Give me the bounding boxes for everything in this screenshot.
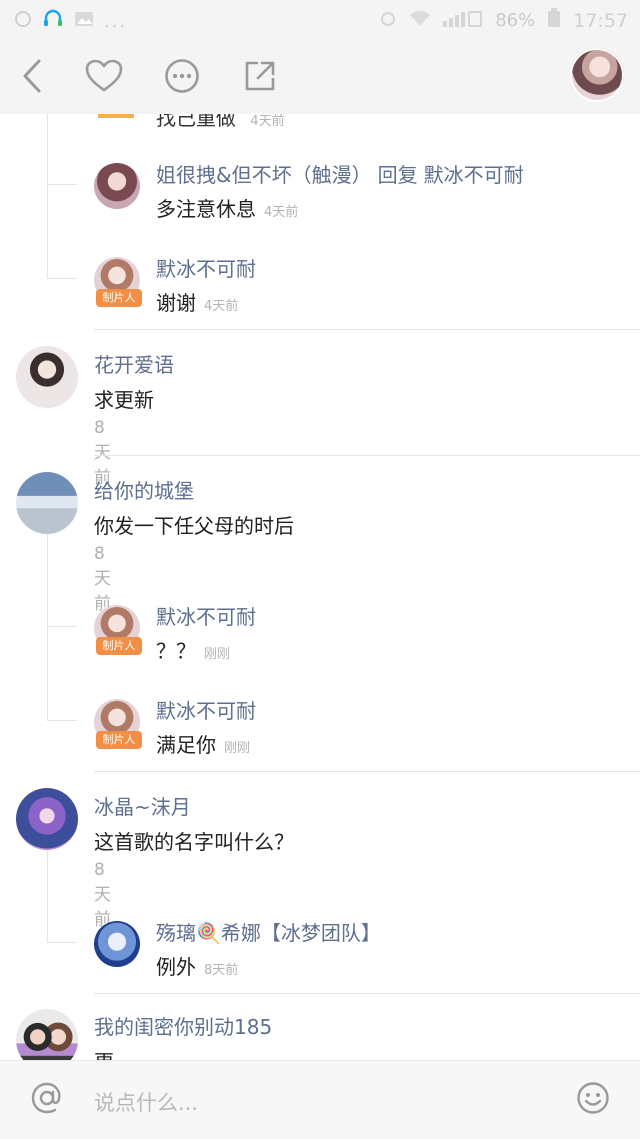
comment-time: 4天前 [250, 114, 285, 129]
comment-input[interactable]: 说点什么... [94, 1087, 198, 1117]
comment-time: 8天前 [204, 963, 239, 978]
comment-text: 谢谢 [156, 291, 196, 315]
producer-badge: 制片人 [96, 289, 142, 307]
back-arrow-icon [23, 59, 41, 93]
more-dots-icon [165, 59, 199, 93]
commenter-name[interactable]: 花开爱语 [94, 349, 174, 378]
clock: 17:57 [573, 9, 628, 32]
smiley-icon [577, 1082, 609, 1114]
wifi-icon [409, 9, 431, 32]
comment-time: 8天前 [94, 544, 111, 614]
hotspot-icon [14, 10, 32, 33]
reply-label: 回复 [377, 163, 418, 187]
avatar[interactable] [94, 921, 140, 967]
thread-connector [47, 184, 77, 185]
more-notifications: ... [104, 11, 128, 32]
avatar[interactable] [94, 163, 140, 209]
comment-list: 找己重做 4天前 姐很拽&但不坏（触漫） 回复 默冰不可耐 多注意休息 4天前 制片人… [0, 114, 640, 1060]
share-icon [245, 61, 275, 91]
at-sign-icon [31, 1082, 61, 1114]
status-bar: ... 86% 17:57 [0, 0, 640, 40]
divider [94, 993, 640, 994]
comment-text: 例外 [156, 955, 196, 979]
thread-line [47, 114, 48, 278]
battery-icon [547, 8, 561, 33]
thread-connector [47, 720, 77, 721]
alarm-icon [379, 9, 397, 32]
producer-badge: 制片人 [96, 731, 142, 749]
avatar[interactable] [16, 788, 78, 850]
commenter-name[interactable]: 冰晶~沫月 [94, 791, 191, 820]
nav-bar [0, 40, 640, 114]
comment-text: 这首歌的名字叫什么？ [94, 830, 294, 854]
comment-time: 4天前 [204, 299, 239, 314]
comment-time: 刚刚 [224, 741, 251, 756]
avatar[interactable] [16, 346, 78, 408]
comment-time: 4天前 [264, 205, 299, 220]
comment-text: 找己重做 [156, 114, 236, 130]
comment-time: 刚刚 [204, 647, 231, 662]
avatar[interactable] [16, 472, 78, 534]
commenter-name[interactable]: 默冰不可耐 [156, 253, 256, 282]
share-button[interactable] [240, 56, 280, 96]
avatar[interactable] [16, 1009, 78, 1060]
divider [94, 771, 640, 772]
back-button[interactable] [12, 56, 52, 96]
commenter-name[interactable]: 殇璃🍭希娜【冰梦团队】 [156, 917, 381, 946]
avatar-partial [98, 114, 134, 118]
image-icon [74, 10, 94, 33]
thread-connector [47, 278, 77, 279]
commenter-name[interactable]: 我的闺密你别动185 [94, 1011, 272, 1040]
commenter-name[interactable]: 姐很拽&但不坏（触漫） [156, 163, 372, 187]
divider [94, 329, 640, 330]
comment-time: 8天前 [94, 860, 111, 930]
comment-text: ？？ [156, 639, 196, 663]
producer-badge: 制片人 [96, 637, 142, 655]
thread-line [47, 850, 48, 942]
thread-connector [47, 942, 77, 943]
signal-icon [443, 9, 483, 32]
user-avatar[interactable] [570, 48, 624, 102]
comment-input-bar: 说点什么... [0, 1060, 640, 1139]
comment-text: 求更新 [94, 388, 154, 412]
headset-icon [42, 8, 64, 35]
more-button[interactable] [162, 56, 202, 96]
reply-to-name[interactable]: 默冰不可耐 [424, 163, 524, 187]
comment-text: 更 [94, 1046, 114, 1060]
mention-button[interactable] [30, 1081, 64, 1115]
thread-line [47, 534, 48, 721]
favorite-button[interactable] [84, 56, 124, 96]
heart-icon [85, 59, 123, 92]
commenter-name[interactable]: 给你的城堡 [94, 475, 194, 504]
comment-text: 满足你 [156, 733, 216, 757]
emoji-button[interactable] [576, 1081, 610, 1115]
commenter-name[interactable]: 默冰不可耐 [156, 601, 256, 630]
thread-connector [47, 626, 77, 627]
comment-text: 多注意休息 [156, 197, 256, 221]
commenter-name[interactable]: 默冰不可耐 [156, 695, 256, 724]
battery-percent: 86% [495, 10, 536, 31]
comment-text: 你发一下任父母的时后 [94, 514, 294, 538]
divider [94, 455, 640, 456]
